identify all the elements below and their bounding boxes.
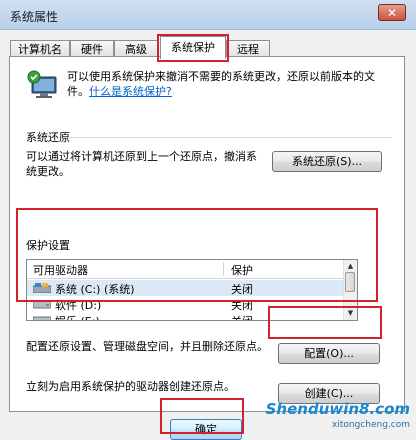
tab-panel: 可以使用系统保护来撤消不需要的系统更改，还原以前版本的文件。什么是系统保护? 系… — [9, 56, 405, 412]
scroll-down-arrow-icon[interactable]: ▼ — [346, 309, 355, 318]
system-restore-label: 系统还原 — [26, 131, 70, 144]
drive-name: 软件 (D:) — [55, 299, 102, 312]
create-description: 立刻为启用系统保护的驱动器创建还原点。 — [26, 380, 235, 393]
drive-name: 系统 (C:) (系统) — [55, 283, 135, 296]
drive-icon — [33, 300, 51, 309]
protection-status: 关闭 — [231, 299, 253, 312]
protection-status: 关闭 — [231, 283, 253, 296]
column-protection[interactable]: 保护 — [231, 262, 253, 278]
drive-list[interactable]: 可用驱动器 保护 系统 (C:) (系统) 关闭 软件 (D:) 关闭 ▲ ▼ — [26, 259, 358, 321]
protection-status: 关闭 — [231, 313, 253, 320]
watermark-subtext: xitongcheng.com — [332, 420, 410, 430]
close-button[interactable]: ✕ — [378, 4, 406, 21]
system-drive-icon — [33, 283, 51, 293]
drive-list-header: 可用驱动器 保护 — [27, 260, 345, 279]
divider — [68, 137, 392, 138]
system-restore-description: 可以通过将计算机还原到上一个还原点，撤消系统更改。 — [26, 150, 257, 178]
drive-row-d[interactable]: 软件 (D:) 关闭 — [27, 296, 345, 312]
ok-button[interactable]: 确定 — [170, 419, 242, 440]
watermark-logo: Shenduwin8.com — [265, 400, 410, 418]
window-title: 系统属性 — [10, 10, 59, 24]
configure-description: 配置还原设置、管理磁盘空间，并且删除还原点。 — [26, 340, 268, 353]
scroll-up-arrow-icon[interactable]: ▲ — [346, 262, 355, 271]
system-restore-button[interactable]: 系统还原(S)... — [272, 151, 382, 172]
system-protection-icon — [27, 70, 57, 98]
intro-text: 可以使用系统保护来撤消不需要的系统更改，还原以前版本的文件。什么是系统保护? — [67, 69, 392, 99]
configure-button[interactable]: 配置(O)... — [278, 343, 380, 364]
drive-name: 娱乐 (E:) — [55, 313, 100, 320]
drive-list-scrollbar[interactable]: ▲ ▼ — [343, 260, 357, 320]
scroll-thumb[interactable] — [345, 272, 355, 292]
drive-row-c[interactable]: 系统 (C:) (系统) 关闭 — [27, 280, 345, 296]
what-is-system-protection-link[interactable]: 什么是系统保护? — [89, 85, 172, 98]
system-properties-window: 系统属性 ✕ 计算机名 硬件 高级 系统保护 远程 可以使用系统保护来撤消不需要… — [0, 0, 416, 440]
protection-settings-label: 保护设置 — [26, 239, 70, 252]
drive-icon — [33, 316, 51, 320]
tab-system-protection[interactable]: 系统保护 — [160, 36, 226, 59]
dialog-body: 计算机名 硬件 高级 系统保护 远程 可以使用系统保护来撤消不需要的系统更改，还… — [0, 30, 416, 440]
column-separator — [223, 262, 224, 276]
column-available-drives[interactable]: 可用驱动器 — [33, 262, 88, 278]
title-bar[interactable]: 系统属性 ✕ — [0, 0, 416, 30]
drive-row-e[interactable]: 娱乐 (E:) 关闭 — [27, 312, 345, 320]
